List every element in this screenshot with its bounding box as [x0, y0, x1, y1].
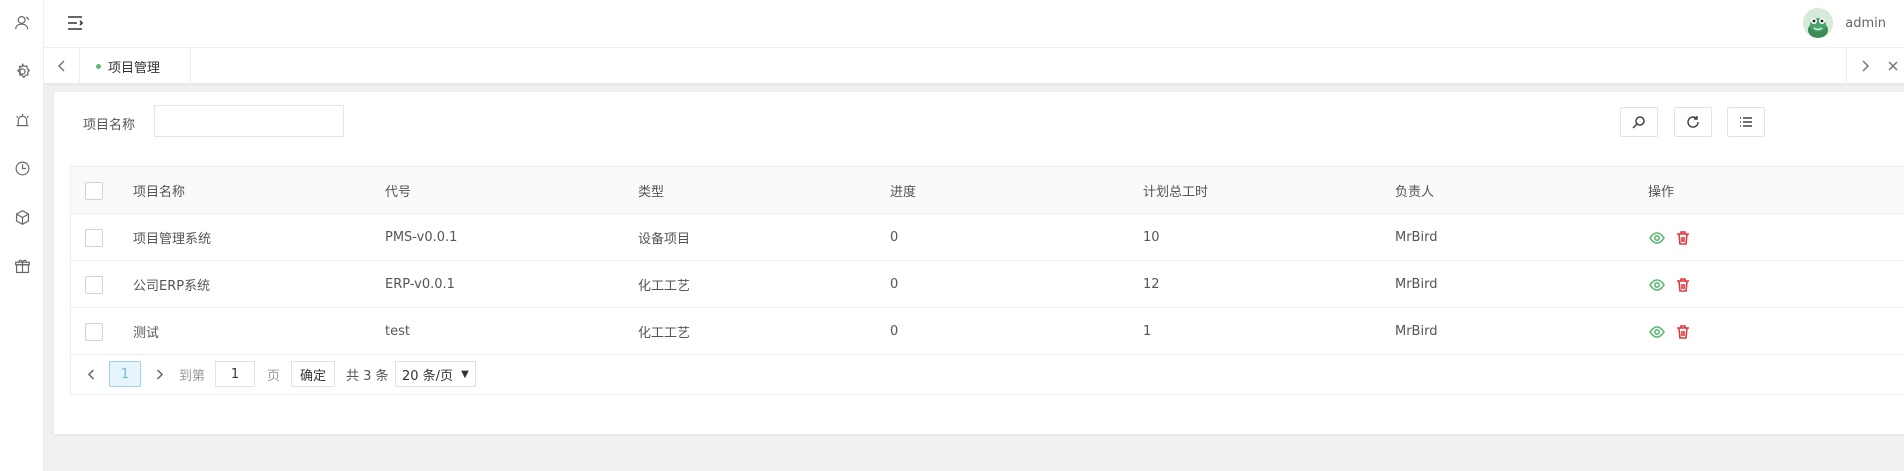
column-header[interactable]: 进度 [890, 167, 916, 214]
cell-progress: 0 [890, 324, 899, 339]
active-tab-dot [96, 63, 101, 69]
view-eye-icon[interactable] [1648, 276, 1666, 294]
column-header[interactable]: 代号 [385, 167, 411, 214]
page-size-select[interactable]: 20 条/页 ▼ [395, 361, 476, 387]
user-icon[interactable] [12, 12, 32, 32]
next-page-icon[interactable] [147, 361, 171, 387]
column-header[interactable]: 负责人 [1395, 167, 1434, 214]
cell-owner: MrBird [1395, 324, 1438, 339]
page-unit-label: 页 [267, 368, 281, 384]
cell-project-name: 公司ERP系统 [133, 279, 211, 294]
row-select-cell [85, 261, 103, 308]
column-header: 操作 [1648, 185, 1675, 200]
row-checkbox[interactable] [85, 275, 103, 294]
cell-planned-hours: 12 [1143, 277, 1160, 292]
user-menu[interactable]: admin [1803, 6, 1886, 40]
avatar [1803, 8, 1834, 38]
column-settings-button[interactable] [1727, 107, 1765, 137]
cell-type: 设备项目 [638, 232, 691, 247]
alarm-icon[interactable] [12, 110, 32, 130]
confirm-button[interactable]: 确定 [291, 361, 336, 387]
total-count: 共 3 条 [346, 368, 389, 384]
table-row[interactable]: 项目管理系统 PMS-v0.0.1 设备项目 0 10 MrBird [71, 214, 1904, 261]
row-select-cell [85, 214, 103, 261]
clock-icon[interactable] [12, 158, 32, 178]
select-all-checkbox[interactable] [85, 181, 103, 200]
current-page[interactable]: 1 [109, 361, 141, 387]
menu-toggle-icon[interactable] [66, 14, 84, 32]
row-checkbox[interactable] [85, 228, 103, 247]
cell-owner: MrBird [1395, 230, 1438, 245]
tab-bar: 项目管理 [44, 48, 1904, 84]
row-checkbox[interactable] [85, 322, 103, 341]
cell-planned-hours: 1 [1143, 324, 1152, 339]
tab-label: 项目管理 [108, 60, 161, 76]
column-header[interactable]: 计划总工时 [1143, 167, 1208, 214]
delete-trash-icon[interactable] [1674, 229, 1692, 247]
row-actions [1648, 308, 1700, 355]
dropdown-caret-icon: ▼ [461, 368, 469, 380]
goto-label: 到第 [179, 368, 206, 384]
search-icon [1632, 116, 1645, 129]
username: admin [1845, 15, 1886, 31]
column-header[interactable]: 类型 [638, 167, 664, 214]
prev-page-icon[interactable] [79, 361, 103, 387]
cell-progress: 0 [890, 277, 899, 292]
gift-icon[interactable] [12, 256, 32, 276]
page-size-value: 20 条/页 [402, 368, 454, 384]
project-card: 项目名称 项目名称 代号 类型 进度 计划总工时 负责人 操作 项目管理系统 P… [54, 92, 1904, 434]
column-header[interactable]: 项目名称 [133, 167, 185, 214]
close-tabs-icon[interactable] [1882, 48, 1904, 84]
cell-project-name: 测试 [133, 326, 160, 341]
delete-trash-icon[interactable] [1674, 276, 1692, 294]
tab-scroll-left-icon[interactable] [44, 48, 80, 84]
select-all-cell [85, 167, 103, 214]
pagination: 1 到第 页 确定 共 3 条 20 条/页 ▼ [71, 355, 1904, 394]
table-row[interactable]: 公司ERP系统 ERP-v0.0.1 化工工艺 0 12 MrBird [71, 261, 1904, 308]
search-button[interactable] [1620, 107, 1658, 137]
sidebar [0, 0, 44, 471]
cell-progress: 0 [890, 230, 899, 245]
tab-scroll-right-icon[interactable] [1846, 48, 1882, 84]
view-eye-icon[interactable] [1648, 323, 1666, 341]
settings-icon[interactable] [12, 61, 32, 81]
cell-owner: MrBird [1395, 277, 1438, 292]
refresh-button[interactable] [1674, 107, 1712, 137]
page-size-wrap: 20 条/页 ▼ [395, 361, 476, 387]
filter-label: 项目名称 [83, 118, 136, 133]
row-actions [1648, 261, 1700, 308]
goto-page-input[interactable] [215, 361, 255, 387]
goto-page-wrap [215, 361, 255, 387]
cell-type: 化工工艺 [638, 279, 691, 294]
cell-code: PMS-v0.0.1 [385, 230, 458, 245]
cell-code: ERP-v0.0.1 [385, 277, 455, 292]
cell-planned-hours: 10 [1143, 230, 1160, 245]
top-header: admin [44, 0, 1904, 48]
cell-type: 化工工艺 [638, 326, 691, 341]
refresh-icon [1687, 116, 1699, 128]
table-header-row: 项目名称 代号 类型 进度 计划总工时 负责人 操作 [71, 167, 1904, 214]
tab-project-management[interactable]: 项目管理 [80, 48, 192, 84]
list-icon [1740, 117, 1752, 127]
row-select-cell [85, 308, 103, 355]
row-actions [1648, 214, 1700, 261]
project-table: 项目名称 代号 类型 进度 计划总工时 负责人 操作 项目管理系统 PMS-v0… [70, 166, 1904, 395]
view-eye-icon[interactable] [1648, 229, 1666, 247]
confirm-wrap: 确定 [291, 361, 336, 387]
delete-trash-icon[interactable] [1674, 323, 1692, 341]
project-name-input[interactable] [154, 105, 344, 137]
cell-code: test [385, 324, 410, 339]
cell-project-name: 项目管理系统 [133, 232, 212, 247]
table-row[interactable]: 测试 test 化工工艺 0 1 MrBird [71, 308, 1904, 355]
cube-icon[interactable] [12, 207, 32, 227]
